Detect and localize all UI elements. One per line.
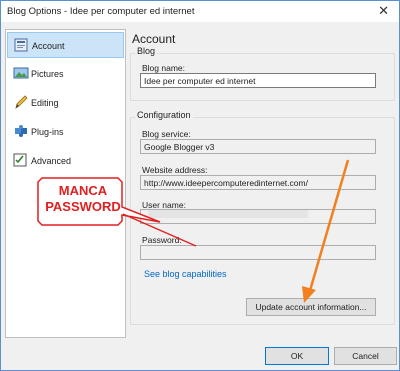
orange-arrow-head: [302, 286, 316, 303]
callout-text: MANCA PASSWORD: [45, 183, 121, 214]
callout-pointer-line: [122, 213, 197, 247]
orange-arrow-shaft: [307, 159, 350, 295]
